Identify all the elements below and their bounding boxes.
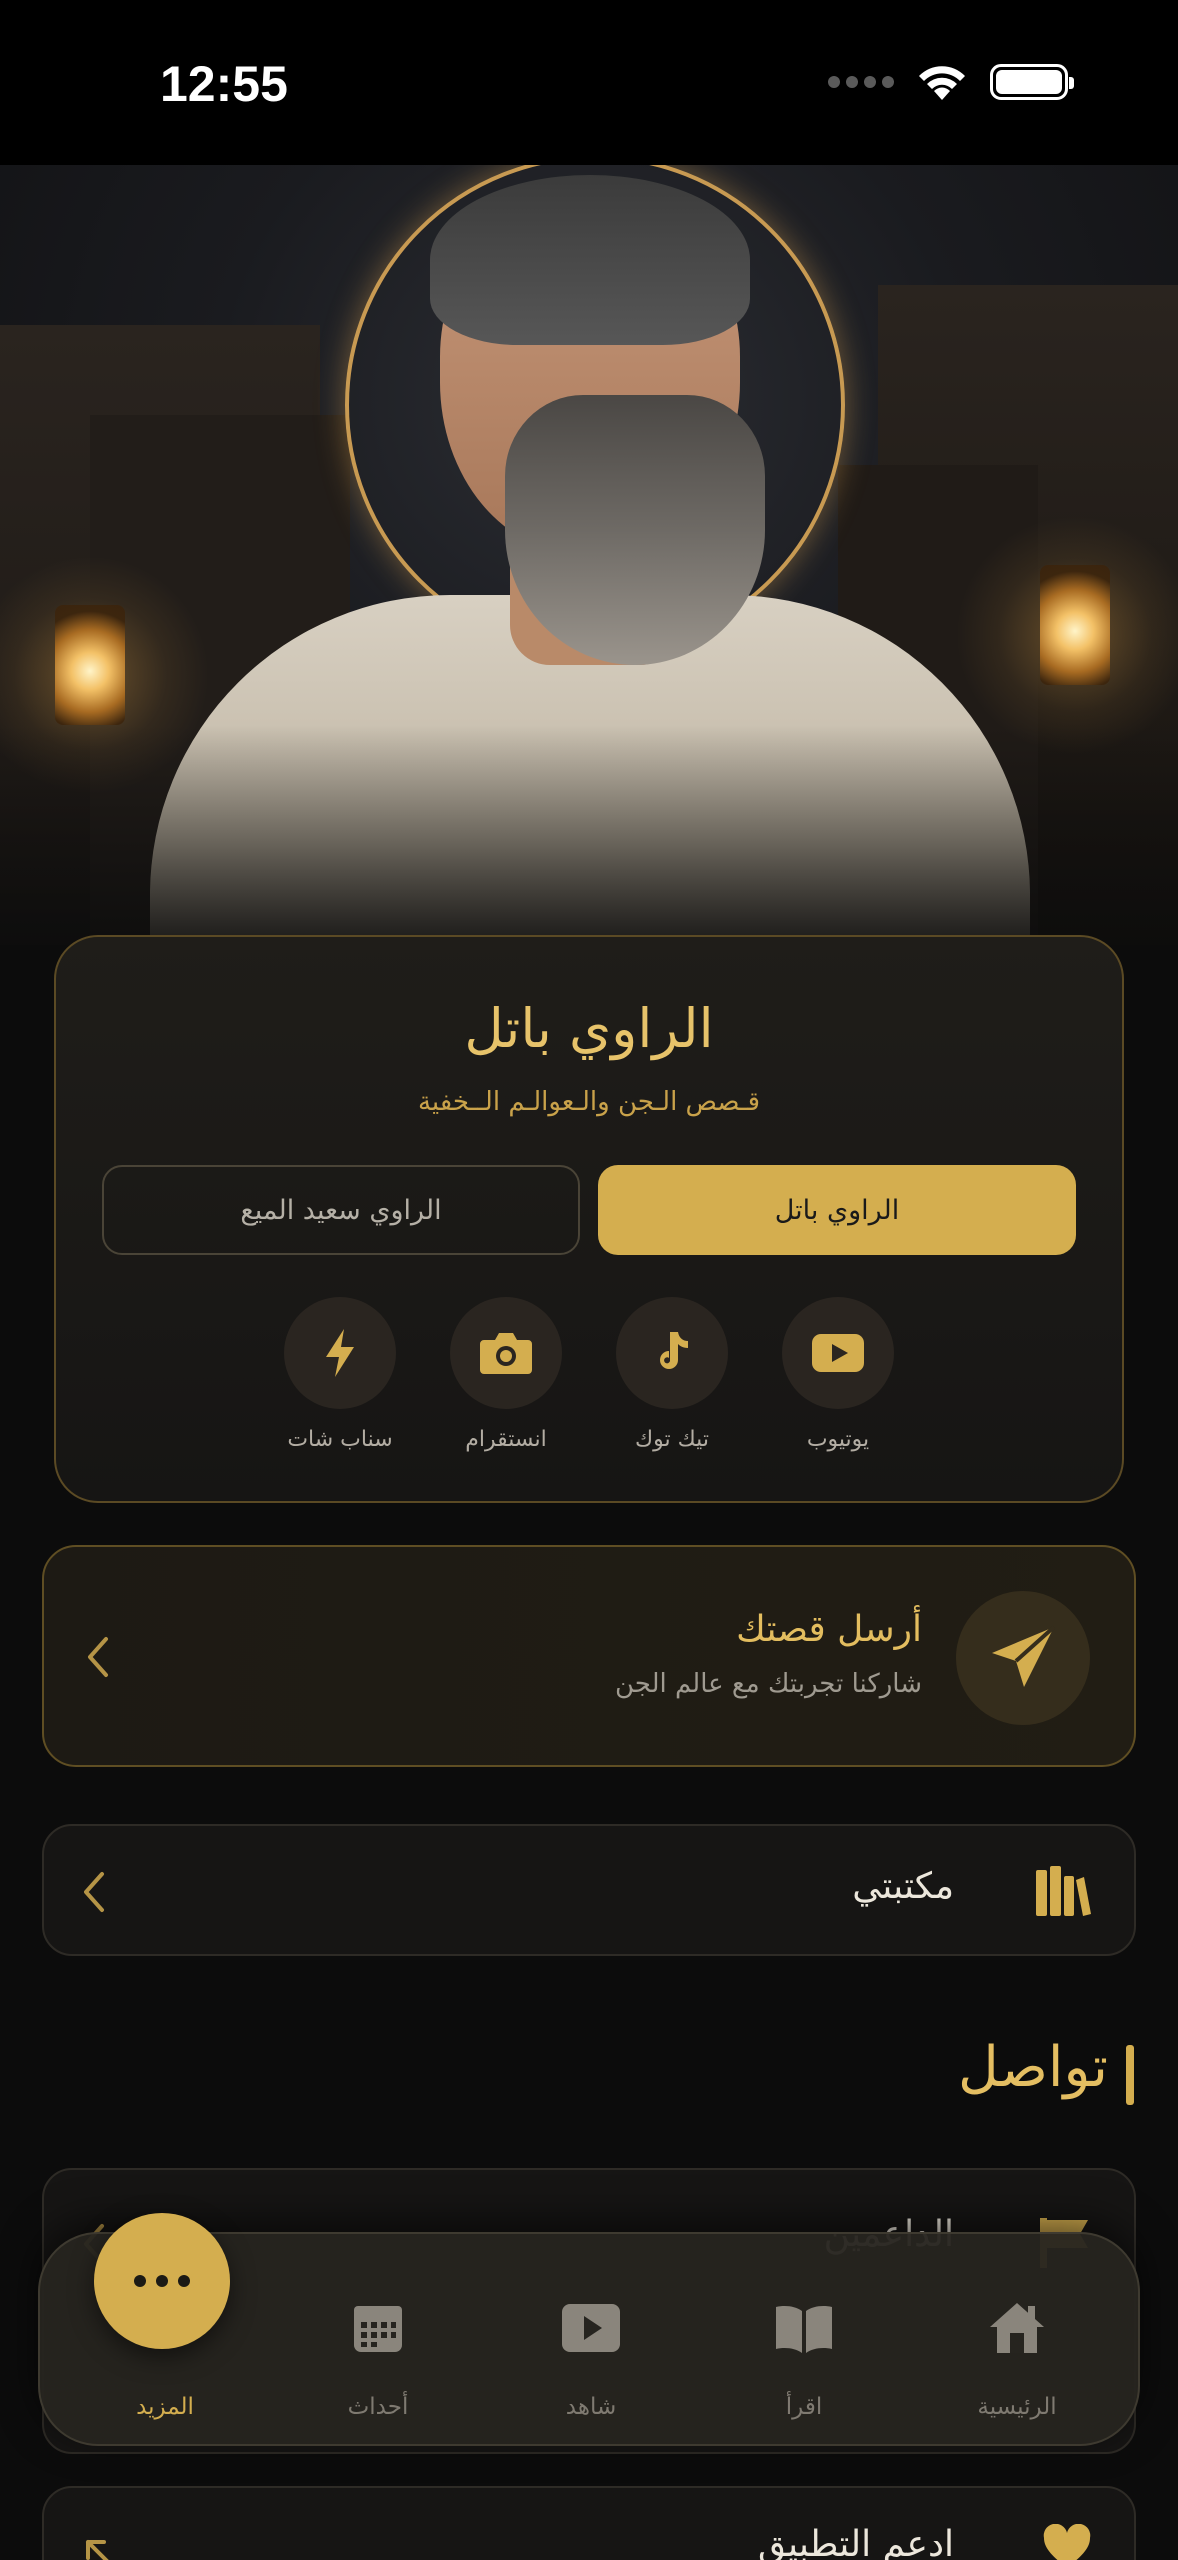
contact-section-title: تواصل — [957, 2035, 1108, 2100]
section-accent-bar — [1126, 2045, 1134, 2105]
send-story-subtitle: شاركنا تجربتك مع عالم الجن — [615, 1669, 922, 1699]
book-open-icon — [776, 2306, 832, 2353]
social-label: تيك توك — [635, 1427, 709, 1452]
paper-plane-icon — [992, 1625, 1056, 1687]
narrator-name: الراوي باتل — [464, 997, 714, 1060]
social-label: يوتيوب — [806, 1427, 870, 1452]
support-app-label: ادعم التطبيق — [757, 2524, 954, 2560]
nav-read[interactable]: اقرأ — [709, 2234, 899, 2448]
social-snapchat[interactable]: سناب شات — [284, 1297, 396, 1452]
calendar-icon — [354, 2306, 402, 2352]
figure-beard — [505, 395, 765, 665]
nav-watch[interactable]: شاهد — [496, 2234, 686, 2448]
library-row[interactable]: مكتبتي — [42, 1824, 1136, 1956]
nav-label: اقرأ — [785, 2394, 823, 2420]
instagram-icon — [480, 1333, 532, 1374]
send-story-title: أرسل قصتك — [736, 1609, 922, 1650]
social-youtube[interactable]: يوتيوب — [782, 1297, 894, 1452]
youtube-icon — [812, 1334, 864, 1372]
nav-home[interactable]: الرئيسية — [922, 2234, 1112, 2448]
nav-label: شاهد — [565, 2394, 617, 2420]
external-link-icon — [80, 2534, 120, 2560]
signal-dots-icon — [828, 76, 894, 88]
tiktok-icon — [660, 1332, 688, 1369]
lantern-right-icon — [1040, 565, 1110, 685]
heart-icon — [1042, 2523, 1092, 2560]
home-icon — [990, 2303, 1044, 2353]
chevron-left-icon — [80, 1870, 108, 1914]
social-tiktok[interactable]: تيك توك — [616, 1297, 728, 1452]
status-time: 12:55 — [160, 56, 288, 112]
profile-card: الراوي باتل قـصص الـجن والـعوالـم الــخف… — [54, 935, 1124, 1503]
books-icon — [1034, 1862, 1092, 1922]
narrator-subtitle: قـصص الـجن والـعوالـم الــخفية — [417, 1087, 761, 1117]
figure-hair — [430, 175, 750, 345]
narrator-hero-image — [0, 165, 1178, 945]
support-app-row[interactable]: ادعم التطبيق — [42, 2486, 1136, 2560]
nav-label: الرئيسية — [977, 2394, 1057, 2420]
social-links: يوتيوب تيك توك انستقرام سناب شات — [56, 1297, 1122, 1452]
send-story-icon-circle — [956, 1591, 1090, 1725]
nav-label: أحداث — [347, 2394, 409, 2420]
more-icon[interactable] — [94, 2213, 230, 2349]
snapchat-icon — [326, 1329, 354, 1377]
status-bar: 12:55 — [0, 0, 1178, 165]
wifi-icon — [919, 66, 965, 100]
chevron-left-icon — [84, 1635, 112, 1679]
social-instagram[interactable]: انستقرام — [450, 1297, 562, 1452]
battery-icon — [990, 64, 1074, 100]
narrator-tab-battel[interactable]: الراوي باتل — [598, 1165, 1076, 1255]
nav-events[interactable]: أحداث — [283, 2234, 473, 2448]
hero-fade — [0, 725, 1178, 945]
library-label: مكتبتي — [852, 1866, 954, 1907]
status-icons — [828, 62, 1074, 102]
nav-label: المزيد — [136, 2394, 194, 2420]
send-story-card[interactable]: أرسل قصتك شاركنا تجربتك مع عالم الجن — [42, 1545, 1136, 1767]
social-label: سناب شات — [287, 1427, 393, 1452]
social-label: انستقرام — [465, 1427, 547, 1452]
narrator-tab-saeed[interactable]: الراوي سعيد الميع — [102, 1165, 580, 1255]
play-icon — [562, 2304, 620, 2352]
lantern-left-icon — [55, 605, 125, 725]
